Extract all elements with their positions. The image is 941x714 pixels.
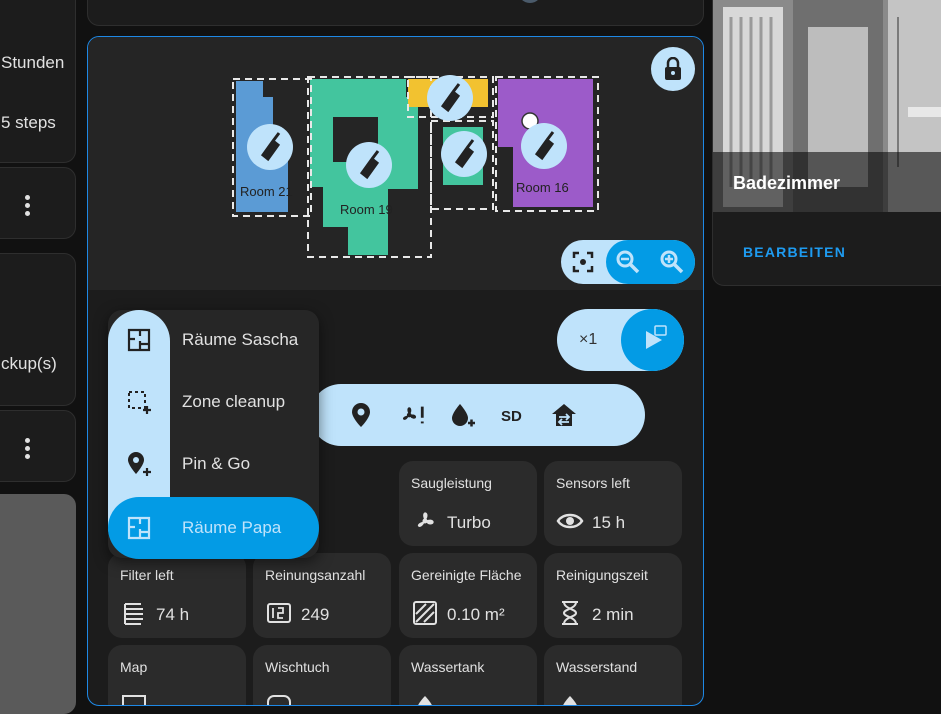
svg-text:SD: SD (501, 408, 522, 425)
tile-title: Reinungsanzahl (265, 567, 366, 583)
left-text-steps: 5 steps (1, 113, 56, 132)
home-swap-icon (552, 404, 576, 426)
menu-item-raeume-sascha[interactable]: Räume Sascha (108, 310, 319, 370)
tile-value: 2 min (592, 605, 634, 624)
tile-wassertank[interactable]: Wassertank (399, 645, 537, 705)
eye-icon (556, 507, 584, 535)
fan-speed-button[interactable] (398, 401, 426, 429)
sd-icon: SD (501, 408, 522, 425)
tile-title: Map (120, 659, 148, 675)
counter-icon (265, 599, 293, 627)
floor-plan-icon (125, 514, 153, 542)
location-button[interactable] (347, 401, 375, 429)
lock-icon (665, 57, 681, 80)
tile-reinigungszeit[interactable]: Reinigungszeit 2 min (544, 553, 682, 638)
map-marker-plus-icon (125, 450, 153, 478)
menu-item-label: Pin & Go (182, 454, 251, 473)
floor-plan-icon (125, 326, 153, 354)
zoom-out-icon (616, 250, 640, 274)
map-marker-icon (352, 403, 370, 427)
tile-title: Gereinigte Fläche (411, 567, 522, 583)
lock-button[interactable] (651, 47, 695, 91)
more-vert-icon[interactable] (22, 438, 32, 459)
photo-caption-bar: Badezimmer (713, 152, 941, 212)
fan-alert-icon (402, 406, 424, 424)
photo-title: Badezimmer (733, 173, 841, 193)
left-card-top: gestern Stunden 5 steps (0, 0, 76, 163)
left-card-menu-2 (0, 410, 76, 482)
menu-item-raeume-papa[interactable]: Räume Papa (108, 497, 319, 559)
repeat-start-control: ×1 (557, 309, 684, 371)
water-plus-icon (452, 404, 475, 427)
menu-item-label: Räume Papa (182, 518, 282, 537)
tile-filter-left[interactable]: Filter left 74 h (108, 553, 246, 638)
tile-title: Sensors left (556, 475, 630, 491)
focus-icon (572, 251, 594, 273)
edit-button[interactable]: BEARBEITEN (743, 244, 846, 260)
menu-item-label: Räume Sascha (182, 330, 299, 349)
timer-sand-icon (556, 599, 584, 627)
tile-title: Filter left (120, 567, 174, 583)
tile-title: Wischtuch (265, 659, 330, 675)
menu-item-zone-cleanup[interactable]: Zone cleanup (108, 372, 319, 432)
repeat-count[interactable]: ×1 (579, 331, 597, 349)
room-17-clean-button[interactable] (441, 131, 487, 177)
room-21-clean-button[interactable] (247, 124, 293, 170)
fan-icon (411, 507, 439, 535)
zoom-in-icon (660, 250, 684, 274)
left-card-menu-1 (0, 167, 76, 239)
room-16-clean-button[interactable] (521, 123, 567, 169)
focus-button[interactable] (569, 248, 597, 276)
water-level-button[interactable] (448, 401, 476, 429)
room-yellow-clean-button[interactable] (427, 75, 473, 121)
map-zoom-controls (561, 240, 695, 284)
tile-wischtuch[interactable]: Wischtuch (253, 645, 391, 705)
mop-icon (265, 691, 293, 705)
tile-value: 249 (301, 605, 330, 624)
water-icon (556, 691, 584, 705)
tile-value: 15 h (592, 513, 626, 532)
menu-item-pin-and-go[interactable]: Pin & Go (108, 434, 319, 494)
tile-saugleistung[interactable]: Saugleistung Turbo (399, 461, 537, 546)
tile-title: Wassertank (411, 659, 485, 675)
tile-map[interactable]: Map (108, 645, 246, 705)
tile-title: Reinigungszeit (556, 567, 648, 583)
select-plus-icon (125, 388, 153, 416)
room-19-clean-button[interactable] (346, 142, 392, 188)
tile-reinungsanzahl[interactable]: Reinungsanzahl 249 (253, 553, 391, 638)
left-card-image (0, 494, 76, 714)
left-text-backups: ckup(s) (1, 354, 57, 373)
room-16-label: Room 16 (516, 180, 569, 195)
water-tank-icon (411, 691, 439, 705)
bathroom-photo[interactable]: Badezimmer (713, 0, 941, 212)
texture-box-icon (411, 599, 439, 627)
tile-title: Wasserstand (556, 659, 638, 675)
top-card (87, 0, 704, 26)
left-card-middle: ckup(s) (0, 253, 76, 406)
tile-sensors-left[interactable]: Sensors left 15 h (544, 461, 682, 546)
menu-item-label: Zone cleanup (182, 392, 286, 411)
room-photo-card: Badezimmer BEARBEITEN (712, 0, 941, 286)
left-text-stunden: Stunden (1, 53, 65, 72)
map-icon (120, 691, 148, 705)
room-19-label: Room 19 (340, 202, 393, 217)
tile-wasserstand[interactable]: Wasserstand (544, 645, 682, 705)
room-21-label: Room 21 (240, 184, 293, 199)
start-button[interactable] (621, 309, 684, 371)
tile-title: Saugleistung (411, 475, 492, 491)
mode-toolbar: SD (310, 384, 645, 446)
dock-button[interactable] (550, 401, 578, 429)
vacuum-map[interactable]: Room 21 Room 19 Room 16 (88, 37, 703, 290)
tile-value: 74 h (156, 605, 190, 624)
zoom-in-button[interactable] (658, 248, 686, 276)
zoom-out-button[interactable] (614, 248, 642, 276)
top-card-button[interactable] (518, 0, 542, 3)
tile-value: 0.10 m² (447, 605, 505, 624)
tile-value: Turbo (447, 513, 491, 532)
mode-sd-button[interactable]: SD (498, 401, 526, 429)
air-filter-icon (120, 599, 148, 627)
play-icon (645, 325, 667, 349)
tile-gereinigte-flaeche[interactable]: Gereinigte Fläche 0.10 m² (399, 553, 537, 638)
more-vert-icon[interactable] (22, 195, 32, 216)
